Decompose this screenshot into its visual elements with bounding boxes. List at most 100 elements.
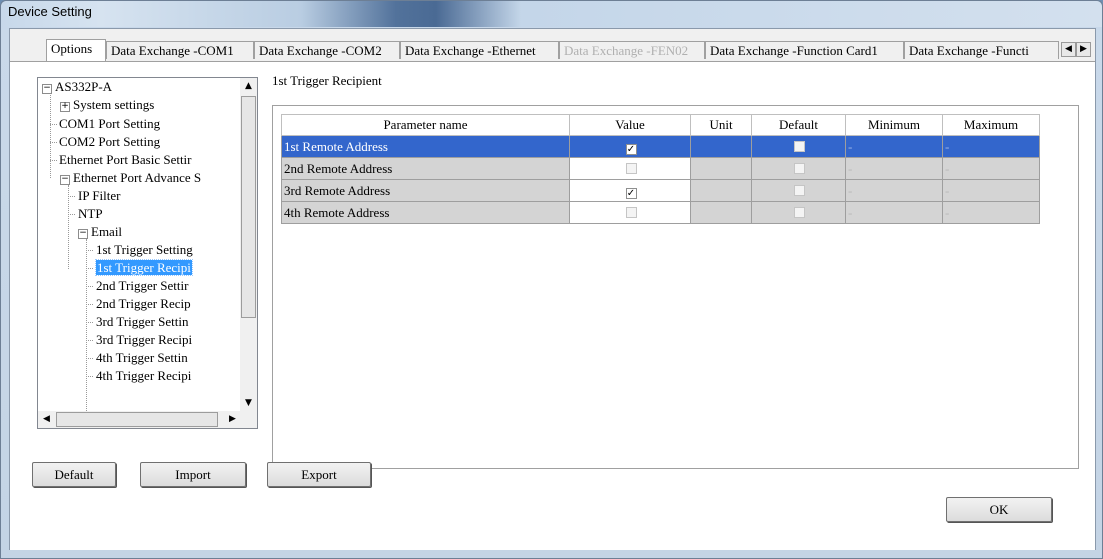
scroll-left-icon[interactable]: ◀ (38, 411, 55, 428)
tree-item-label: COM1 Port Setting (59, 116, 161, 131)
tab-data-exchange-ethernet[interactable]: Data Exchange -Ethernet (400, 41, 559, 59)
collapse-icon[interactable]: − (42, 84, 52, 94)
tab-data-exchange-function-card2[interactable]: Data Exchange -Functi (904, 41, 1059, 59)
tree-item-label: Ethernet Port Advance S (73, 170, 202, 185)
tree-connector (86, 358, 93, 359)
minimum-value: - (848, 160, 853, 176)
default-button[interactable]: Default (32, 462, 116, 487)
default-checkbox (794, 184, 805, 196)
column-header-unit[interactable]: Unit (690, 114, 752, 136)
tree-item-4th-trigger-setting[interactable]: 4th Trigger Settin (96, 349, 188, 367)
column-header-parameter-name[interactable]: Parameter name (281, 114, 570, 136)
tree-item-com2-port-setting[interactable]: COM2 Port Setting (59, 133, 160, 151)
parameter-grid-area: Parameter name Value Unit Default Minimu… (272, 105, 1079, 469)
device-tree: − AS332P-A + System settings COM1 Port Set… (37, 77, 258, 429)
maximum-cell: - (942, 179, 1040, 202)
column-header-maximum[interactable]: Maximum (942, 114, 1040, 136)
tree-item-label: 2nd Trigger Recip (96, 296, 191, 311)
value-checkbox-checked[interactable]: ✓ (625, 187, 637, 199)
check-icon: ✓ (626, 143, 636, 155)
minimum-value: - (848, 138, 853, 154)
title-bar[interactable]: Device Setting (1, 1, 1102, 27)
tree-item-ip-filter[interactable]: IP Filter (78, 187, 121, 205)
tree-item-label: 1st Trigger Setting (96, 242, 193, 257)
tree-item-2nd-trigger-setting[interactable]: 2nd Trigger Settir (96, 277, 188, 295)
table-row[interactable]: 3rd Remote Address ✓ - - (281, 179, 1040, 202)
import-button[interactable]: Import (140, 462, 246, 487)
tree-item-label: 1st Trigger Recipi (95, 259, 193, 276)
table-row[interactable]: 1st Remote Address ✓ - - (281, 135, 1040, 158)
minimum-cell: - (845, 179, 943, 202)
default-cell (751, 201, 846, 224)
tree-item-label: COM2 Port Setting (59, 134, 161, 149)
tab-strip: Options Data Exchange -COM1 Data Exchang… (10, 39, 1095, 61)
tree-item-4th-trigger-recipient[interactable]: 4th Trigger Recipi (96, 367, 191, 385)
tree-item-ethernet-port-basic[interactable]: Ethernet Port Basic Settir (59, 151, 192, 169)
tree-item-as332p-a[interactable]: − AS332P-A (42, 78, 112, 96)
tab-data-exchange-com1[interactable]: Data Exchange -COM1 (106, 41, 254, 59)
tree-item-label: 4th Trigger Settin (96, 350, 188, 365)
tree-connector (50, 160, 57, 161)
table-row[interactable]: 4th Remote Address - - (281, 201, 1040, 224)
scroll-thumb[interactable] (56, 412, 218, 427)
tree-item-ethernet-port-advance[interactable]: − Ethernet Port Advance S (60, 169, 201, 187)
section-title: 1st Trigger Recipient (272, 73, 382, 88)
tab-data-exchange-fen02: Data Exchange -FEN02 (559, 41, 705, 59)
window-title: Device Setting (8, 4, 92, 19)
unit-cell (690, 179, 752, 202)
value-checkbox (625, 206, 637, 218)
tab-data-exchange-com2[interactable]: Data Exchange -COM2 (254, 41, 400, 59)
value-checkbox-checked[interactable]: ✓ (625, 143, 637, 155)
maximum-value: - (945, 182, 950, 198)
scroll-up-icon[interactable]: ▲ (240, 78, 257, 95)
tree-connector (50, 124, 57, 125)
value-cell[interactable] (569, 201, 691, 224)
tree-item-email[interactable]: − Email (78, 223, 122, 241)
tree-connector (50, 124, 51, 178)
column-header-default[interactable]: Default (751, 114, 846, 136)
parameter-name-cell: 1st Remote Address (281, 135, 570, 158)
tree-item-ntp[interactable]: NTP (78, 205, 103, 223)
value-checkbox (625, 162, 637, 174)
parameter-table: Parameter name Value Unit Default Minimu… (281, 114, 1040, 224)
minimum-cell: - (845, 157, 943, 180)
export-button[interactable]: Export (267, 462, 371, 487)
scroll-right-icon[interactable]: ▶ (224, 411, 241, 428)
tab-data-exchange-function-card1[interactable]: Data Exchange -Function Card1 (705, 41, 904, 59)
unit-cell (690, 135, 752, 158)
collapse-icon[interactable]: − (78, 229, 88, 239)
device-setting-window: Device Setting Options Data Exchange -CO… (0, 0, 1103, 559)
tree-vertical-scrollbar[interactable]: ▲ ▼ (240, 78, 257, 412)
table-row[interactable]: 2nd Remote Address - - (281, 157, 1040, 180)
value-cell[interactable]: ✓ (569, 179, 691, 202)
scroll-thumb[interactable] (241, 96, 256, 318)
collapse-icon[interactable]: − (60, 175, 70, 185)
tree-item-com1-port-setting[interactable]: COM1 Port Setting (59, 115, 160, 133)
maximum-value: - (945, 138, 950, 154)
ok-button[interactable]: OK (946, 497, 1052, 522)
unit-cell (690, 201, 752, 224)
tab-options[interactable]: Options (46, 39, 106, 61)
default-cell (751, 157, 846, 180)
column-header-minimum[interactable]: Minimum (845, 114, 943, 136)
tree-item-2nd-trigger-recipient[interactable]: 2nd Trigger Recip (96, 295, 191, 313)
tree-item-label: Ethernet Port Basic Settir (59, 152, 192, 167)
tree-item-label: AS332P-A (55, 79, 113, 94)
tree-connector (86, 239, 87, 419)
expand-icon[interactable]: + (60, 102, 70, 112)
scroll-down-icon[interactable]: ▼ (240, 395, 257, 412)
tab-scroll-left-icon[interactable]: ◀ (1061, 42, 1076, 57)
dialog-body: Options Data Exchange -COM1 Data Exchang… (9, 28, 1096, 550)
tree-horizontal-scrollbar[interactable]: ◀ ▶ (38, 411, 257, 428)
tree-item-label: Email (91, 224, 123, 239)
tree-item-label: 3rd Trigger Settin (96, 314, 189, 329)
tree-item-3rd-trigger-setting[interactable]: 3rd Trigger Settin (96, 313, 188, 331)
value-cell[interactable] (569, 157, 691, 180)
value-cell[interactable]: ✓ (569, 135, 691, 158)
tab-scroll-right-icon[interactable]: ▶ (1076, 42, 1091, 57)
column-header-value[interactable]: Value (569, 114, 691, 136)
tree-item-3rd-trigger-recipient[interactable]: 3rd Trigger Recipi (96, 331, 192, 349)
tree-item-1st-trigger-setting[interactable]: 1st Trigger Setting (96, 241, 193, 259)
tree-item-1st-trigger-recipient[interactable]: 1st Trigger Recipi (95, 259, 193, 277)
tree-item-system-settings[interactable]: + System settings (60, 96, 154, 114)
